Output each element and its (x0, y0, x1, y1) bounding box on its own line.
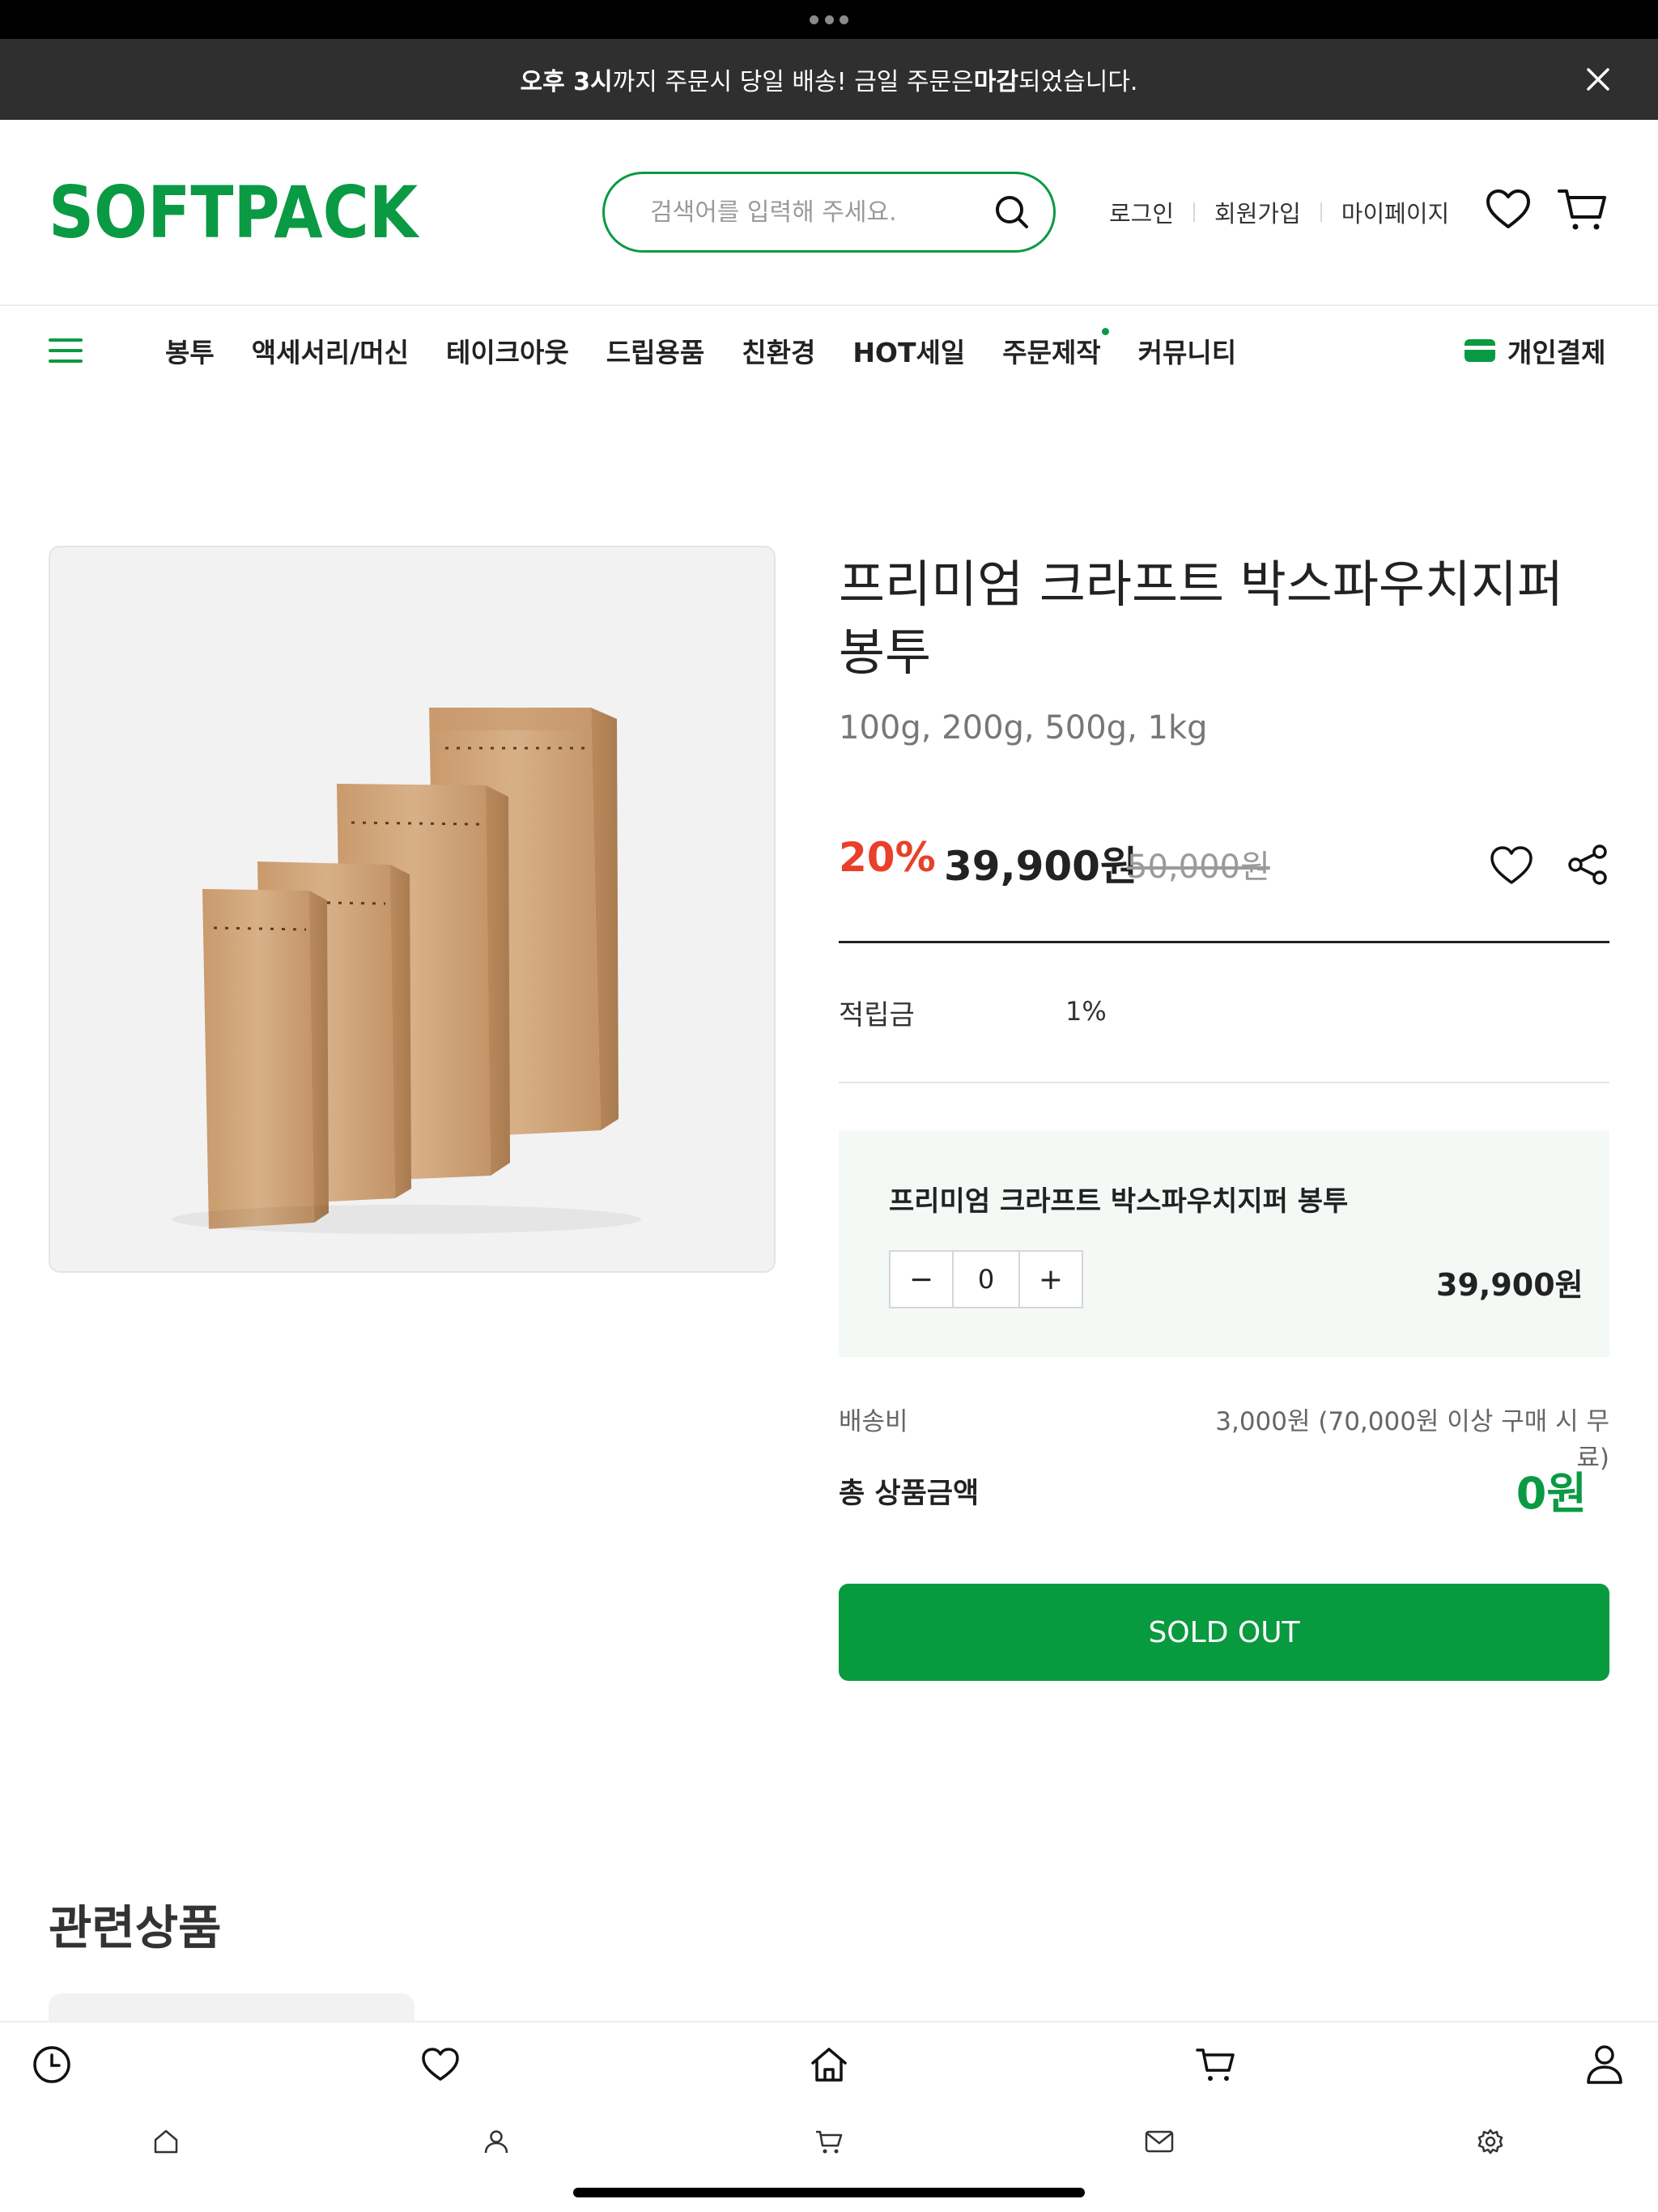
quantity-stepper: − 0 + (889, 1250, 1083, 1308)
mail-icon[interactable] (1145, 2129, 1174, 2154)
private-payment-link[interactable]: 개인결제 (1464, 330, 1605, 371)
share-icon[interactable] (1566, 842, 1611, 887)
hamburger-menu-icon[interactable] (49, 335, 83, 366)
option-name: 프리미엄 크라프트 박스파우치지퍼 봉투 (889, 1185, 1349, 1218)
clock-icon[interactable] (31, 2044, 73, 2086)
points-value: 1% (1065, 996, 1107, 1027)
nav-item-hot-sale[interactable]: HOT세일 (852, 331, 965, 370)
nav-item-custom-order-label: 주문제작 (1002, 337, 1101, 368)
gear-icon[interactable] (1477, 2128, 1504, 2155)
total-value: 0원 (1516, 1468, 1587, 1519)
nav-item-community[interactable]: 커뮤니티 (1138, 331, 1236, 370)
announcement-time: 오후 3시 (520, 68, 613, 96)
softpack-logo[interactable]: SOFTPACK (49, 177, 421, 249)
points-label: 적립금 (839, 999, 915, 1032)
announcement-text: 까지 주문시 당일 배송! 금일 주문은 (612, 68, 974, 96)
cart-icon[interactable] (1195, 2044, 1237, 2086)
discount-rate: 20% (839, 834, 936, 881)
signup-link[interactable]: 회원가입 (1214, 195, 1301, 229)
nav-item-drip[interactable]: 드립용품 (606, 331, 704, 370)
user-icon[interactable] (483, 2128, 510, 2155)
option-price: 39,900원 (1436, 1267, 1584, 1303)
nav-item-takeout[interactable]: 테이크아웃 (446, 331, 569, 370)
sold-out-button[interactable]: SOLD OUT (839, 1584, 1609, 1681)
heart-icon[interactable] (1483, 185, 1533, 235)
decrease-button[interactable]: − (891, 1252, 952, 1307)
product-subtitle: 100g, 200g, 500g, 1kg (839, 709, 1208, 747)
new-dot-badge (1101, 328, 1109, 335)
nav-item-accessories[interactable]: 액세서리/머신 (252, 331, 409, 370)
home-icon[interactable] (808, 2044, 850, 2086)
search-input[interactable] (650, 198, 990, 227)
sale-price: 39,900원 (944, 843, 1137, 890)
home-icon[interactable] (152, 2128, 180, 2155)
cart-icon[interactable] (814, 2128, 844, 2155)
private-payment-label: 개인결제 (1507, 337, 1606, 368)
increase-button[interactable]: + (1020, 1252, 1082, 1307)
close-icon[interactable] (1579, 60, 1618, 99)
announcement-bar: 오후 3시 까지 주문시 당일 배송! 금일 주문은 마감 되었습니다. (0, 39, 1658, 120)
selected-option-box (839, 1130, 1609, 1357)
search-box[interactable] (602, 172, 1056, 253)
kraft-pouch-illustration (172, 708, 641, 1234)
product-image[interactable] (49, 546, 776, 1273)
divider (1320, 202, 1322, 222)
product-title: 프리미엄 크라프트 박스파우치지퍼 봉투 (839, 555, 1564, 682)
heart-icon[interactable] (419, 2044, 461, 2086)
original-price: 50,000원 (1127, 849, 1270, 886)
header-divider (0, 304, 1658, 306)
points-divider (839, 1082, 1609, 1083)
heart-icon[interactable] (1488, 842, 1535, 889)
total-label: 총 상품금액 (839, 1478, 980, 1510)
related-products-title: 관련상품 (49, 1900, 222, 1955)
home-indicator[interactable] (573, 2188, 1085, 2197)
price-divider (839, 941, 1609, 943)
header-links: 로그인 회원가입 마이페이지 (1109, 194, 1449, 230)
main-nav: 봉투 액세서리/머신 테이크아웃 드립용품 친환경 HOT세일 주문제작 커뮤니… (165, 328, 1273, 371)
announcement-text-end: 되었습니다. (1018, 68, 1138, 96)
nav-item-custom-order[interactable]: 주문제작 (1002, 328, 1109, 370)
cart-icon[interactable] (1556, 183, 1609, 236)
multitasking-dots-icon[interactable] (810, 11, 848, 28)
divider (1193, 202, 1196, 222)
mypage-link[interactable]: 마이페이지 (1341, 195, 1449, 229)
nav-item-eco[interactable]: 친환경 (742, 331, 815, 370)
user-icon[interactable] (1584, 2042, 1626, 2086)
announcement-closed: 마감 (973, 68, 1018, 96)
search-icon[interactable] (990, 190, 1034, 234)
quantity-value[interactable]: 0 (952, 1252, 1020, 1307)
login-link[interactable]: 로그인 (1109, 195, 1174, 229)
card-icon (1465, 339, 1495, 362)
nav-item-bags[interactable]: 봉투 (165, 331, 215, 370)
shipping-label: 배송비 (839, 1407, 908, 1436)
logo-text: SOFTPACK (49, 177, 419, 249)
